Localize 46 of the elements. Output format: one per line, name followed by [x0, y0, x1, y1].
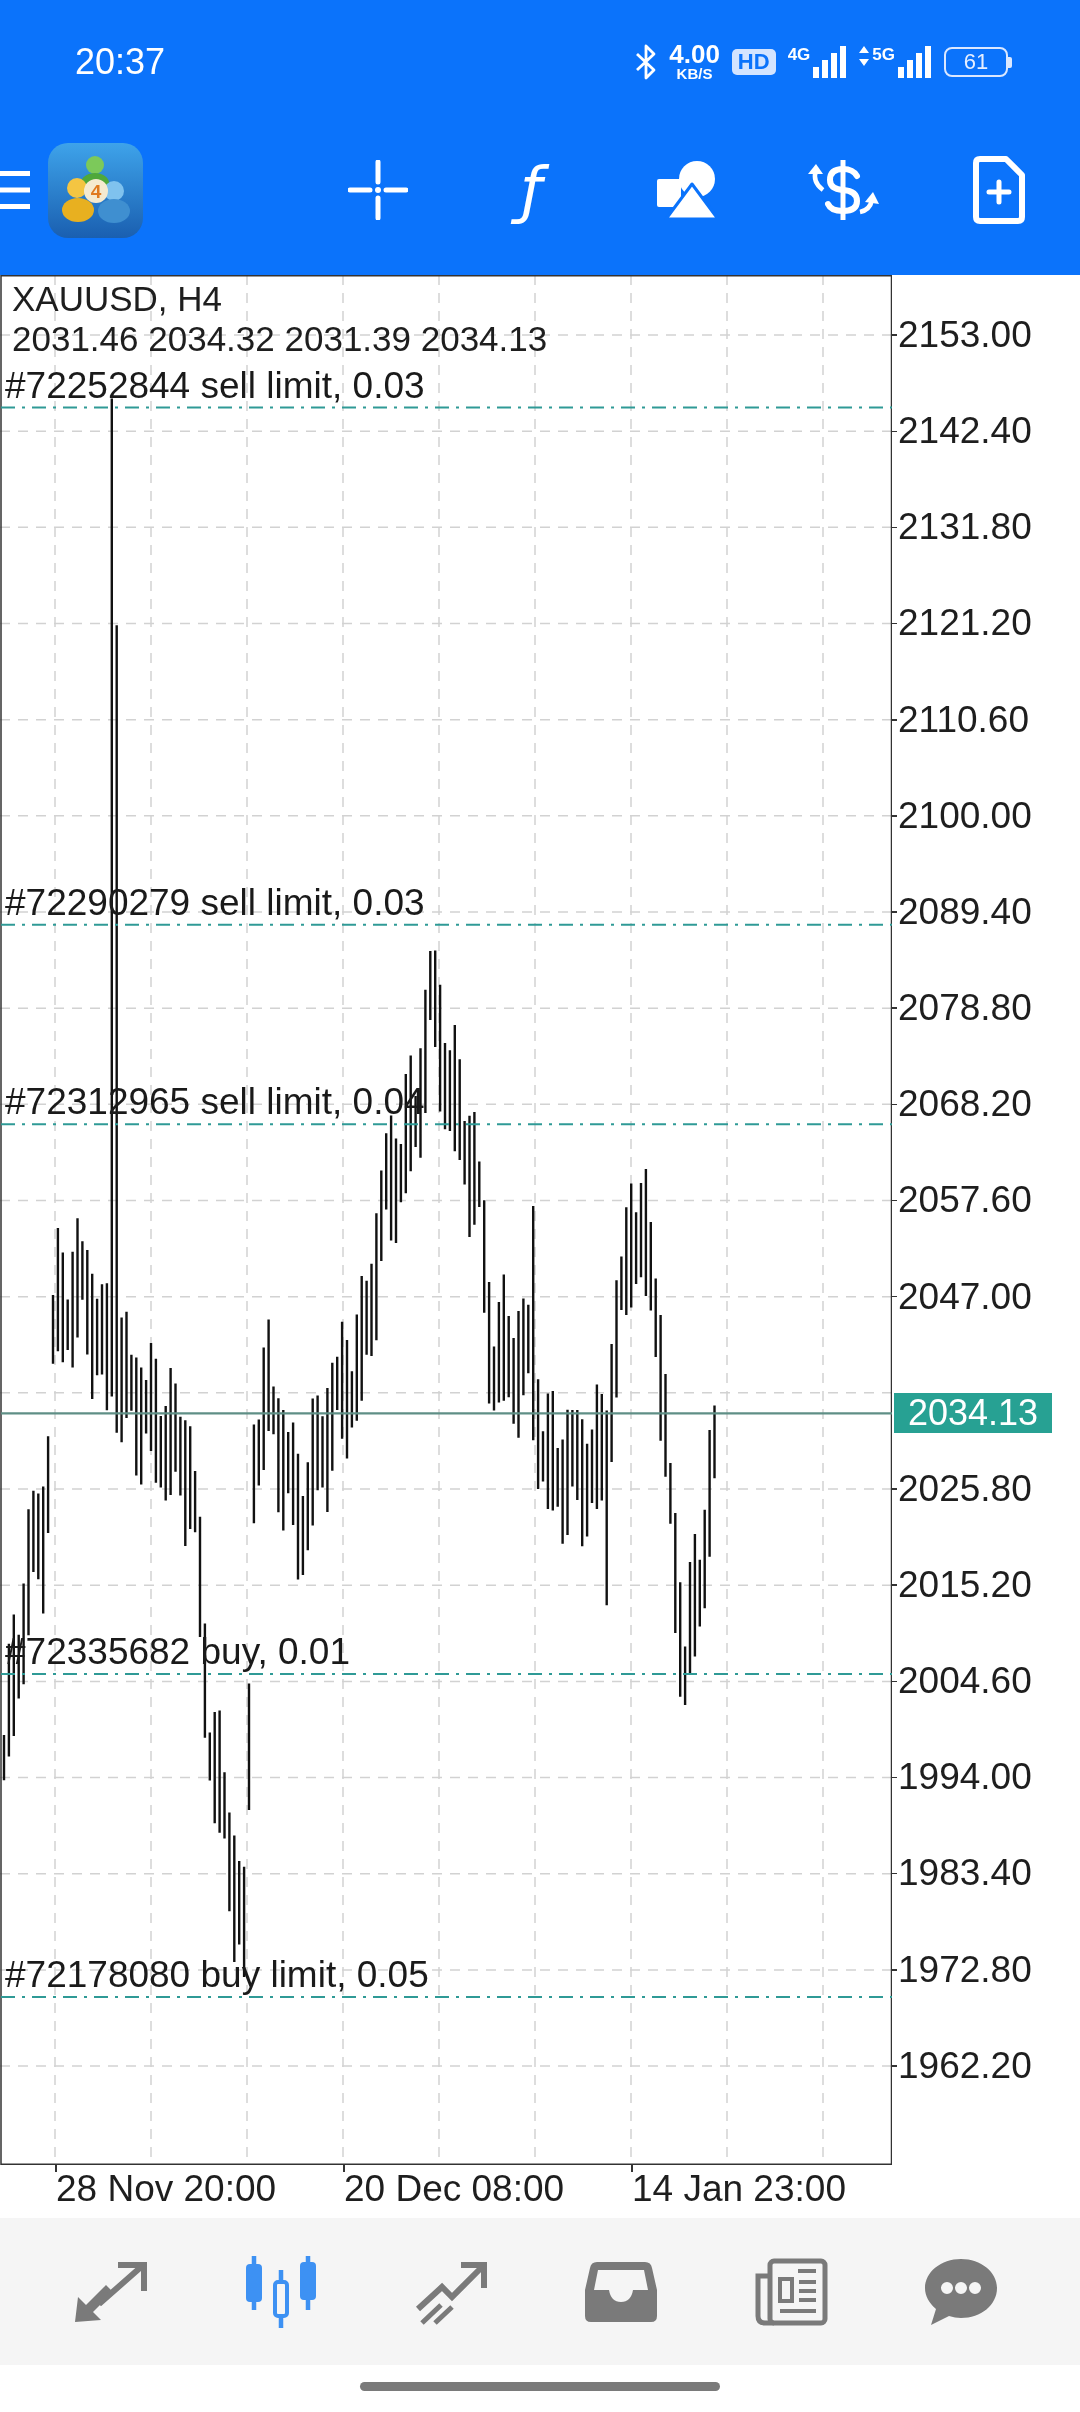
app-logo[interactable]: 4 — [48, 142, 143, 238]
network-type-label: 4G — [787, 46, 811, 63]
current-price-tag: 2034.13 — [894, 1393, 1052, 1434]
time-label: 14 Jan 23:00 — [631, 2167, 846, 2211]
bluetooth-icon — [635, 44, 658, 80]
price-label: 2057.60 — [898, 1179, 1032, 1222]
data-arrows-icon — [859, 46, 870, 66]
inbox-icon[interactable] — [585, 2259, 657, 2324]
price-label: 2142.40 — [898, 410, 1032, 453]
status-time: 20:37 — [75, 42, 166, 82]
hd-voice-badge: HD — [731, 49, 776, 75]
battery-indicator: 61 — [944, 47, 1012, 77]
price-label: 2131.80 — [898, 506, 1032, 549]
symbol-timeframe: XAUUSD, H4 — [12, 279, 223, 319]
dollar-exchange-icon[interactable] — [805, 158, 880, 222]
signal-bars-icon — [813, 46, 848, 78]
price-label: 2015.20 — [898, 1564, 1032, 1606]
menu-icon[interactable] — [0, 170, 30, 210]
price-label: 1962.20 — [898, 2044, 1032, 2087]
price-label: 1994.00 — [898, 1756, 1032, 1799]
price-label: 2153.00 — [898, 313, 1032, 356]
price-label: 2100.00 — [898, 794, 1032, 837]
crosshair-icon[interactable] — [347, 160, 408, 220]
newspaper-icon[interactable] — [754, 2257, 828, 2326]
time-label: 28 Nov 20:00 — [55, 2167, 277, 2211]
price-label: 2047.00 — [898, 1275, 1032, 1318]
price-label: 2004.60 — [898, 1660, 1032, 1703]
order-label: #72178080 buy limit, 0.05 — [5, 1955, 429, 1996]
function-icon[interactable]: ƒ — [510, 150, 555, 230]
price-label: 2078.80 — [898, 987, 1032, 1030]
price-label: 2089.40 — [898, 890, 1032, 933]
network-type-label: 5G — [872, 46, 895, 63]
price-label: 1972.80 — [898, 1948, 1032, 1991]
diagonal-arrows-icon[interactable] — [73, 2259, 149, 2324]
signal-bars-icon — [898, 46, 932, 78]
network-speed: 4.00 KB/S — [669, 42, 720, 82]
price-label: 2121.20 — [898, 602, 1032, 645]
price-label: 2110.60 — [898, 698, 1029, 741]
price-label: 1983.40 — [898, 1852, 1032, 1895]
price-label: 2068.20 — [898, 1083, 1032, 1126]
candlestick-icon[interactable] — [243, 2255, 319, 2328]
ohlc-values: 2031.46 2034.32 2031.39 2034.13 — [12, 319, 548, 359]
price-label: 2025.80 — [898, 1467, 1032, 1510]
order-label: #72252844 sell limit, 0.03 — [5, 365, 425, 406]
chat-bubble-icon[interactable] — [925, 2257, 997, 2326]
time-label: 20 Dec 08:00 — [343, 2167, 565, 2211]
